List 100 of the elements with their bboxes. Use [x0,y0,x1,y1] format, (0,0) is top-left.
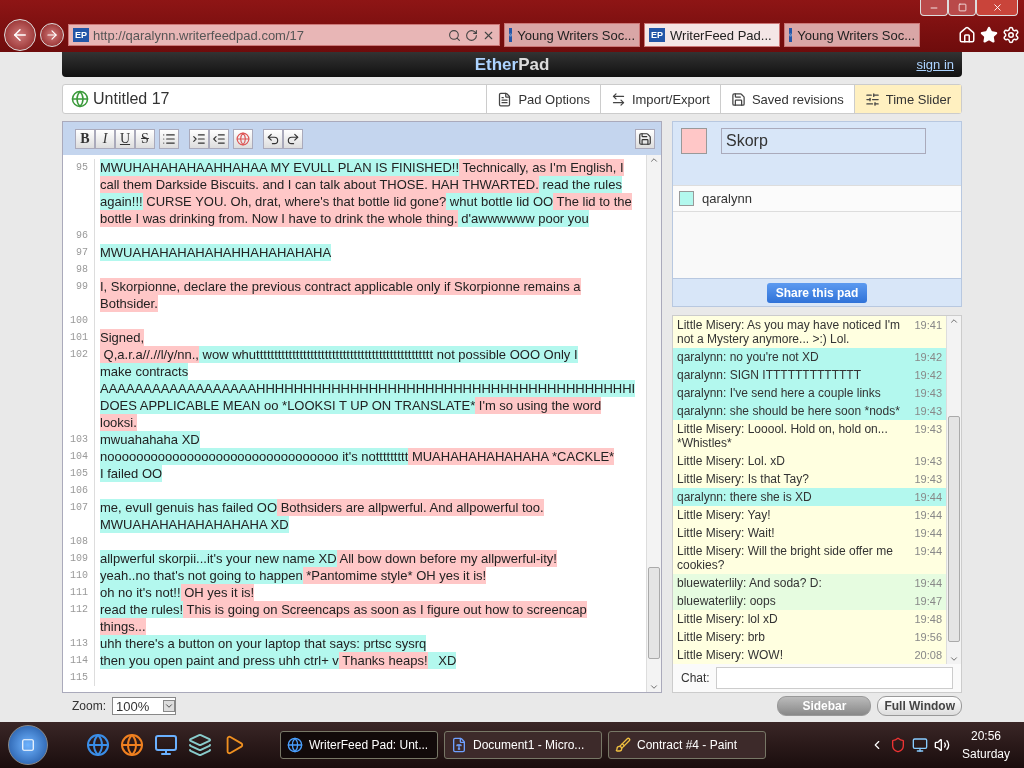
scrollbar[interactable] [946,316,961,664]
text-run: AAAAAAAAAAAAAAAAAAHHHHHHHHHHHHHHHHHHHHHHHHHHHHHHHHHHHHHHHHI [100,380,636,397]
text-run: Bothsider. [100,295,158,312]
forward-button[interactable] [40,23,64,47]
text-run: call them Darkside Biscuits. and I can talk about THOSE. HAH THWARTED. [100,176,539,193]
text-run: Bothsiders are allpwerful. And allpowerful too. [277,499,544,516]
indent-button[interactable] [189,128,209,149]
start-button[interactable] [8,725,48,765]
taskbar-button[interactable]: Contract #4 - Paint [608,731,766,759]
text-run: wow whuttttttttttttttttttttttttttttttttttttttttttttttttt not possible OOO Only I [199,346,578,363]
list-button[interactable] [159,128,179,149]
minimize-button[interactable] [920,0,948,16]
format-button[interactable]: U [115,128,135,149]
format-button[interactable]: I [95,128,115,149]
browser-tab[interactable]: Young Writers Soc... [784,23,920,47]
scroll-thumb[interactable] [948,416,960,642]
chat-message: qaralynn: there she is XD 19:44 [673,488,946,506]
line-number: 110 [69,569,89,583]
browser-icon[interactable] [86,733,110,757]
text-run: bottle I was drinking from. Now I have to drink the whole thing. [100,210,458,227]
format-button[interactable]: B [75,128,95,149]
color-swatch[interactable] [681,128,707,154]
save-button[interactable] [635,128,655,149]
taskbar-button[interactable]: WriterFeed Pad: Unt... [280,731,438,759]
pad-title: Untitled 17 [92,90,171,108]
text-run: MUAHAHAHAHAHAHA *CACKLE* [408,448,615,465]
text-run: Signed, [100,329,145,346]
scroll-up-icon[interactable] [949,316,959,326]
zoom-select[interactable]: 100% [112,697,176,715]
text-run: MWUHAHAHAHAAHHAHAA MY EVULL PLAN IS FINISHED!! [100,159,460,176]
text-run: Q,a.r.a//.//l/y/nn., [100,346,199,363]
maximize-button[interactable] [948,0,976,16]
text-run: DOES APPLICABLE MEAN oo *LOOKSI T UP ON TRANSLATE* [100,397,476,414]
shield-icon[interactable] [890,737,906,753]
toolbar-button[interactable]: Import/Export [599,85,720,113]
line-number: 102 [69,348,89,362]
text-run: Thanks heaps! [338,652,428,669]
floppy-icon [730,91,746,107]
text-run: MWUAHAHAHAHAHAHAHA XD [100,516,289,533]
sign-in-link[interactable]: sign in [916,57,954,72]
scroll-down-icon[interactable] [949,654,959,664]
address-bar[interactable]: EP http://qaralynn.writerfeedpad.com/17 [68,24,500,46]
format-button[interactable]: S [135,128,155,149]
text-run: uhh there's a button on your laptop that says: prtsc sysrq [100,635,427,652]
line-number: 113 [69,637,89,651]
globe-icon [71,90,89,108]
scroll-down-icon[interactable] [649,682,659,692]
text-run: read the rules [538,176,622,193]
toolbar-button[interactable]: Saved revisions [719,85,854,113]
star-icon[interactable] [980,26,998,44]
brush-icon [615,737,631,753]
network-icon[interactable] [912,737,928,753]
close-button[interactable] [976,0,1018,16]
line-number: 104 [69,450,89,464]
text-run: allpwerful skorpii...it's your new name XD [100,550,337,567]
slider-icon [864,91,880,107]
chat-message: qaralynn: SIGN ITTTTTTTTTTTTT 19:42 [673,366,946,384]
chat-message: Little Misery: brb 19:56 [673,628,946,646]
text-run: XD [427,652,457,669]
outdent-icon [212,131,226,146]
browser-tab[interactable]: EP WriterFeed Pad... [644,23,780,47]
scroll-up-icon[interactable] [649,155,659,165]
line-number: 97 [75,246,89,260]
volume-icon[interactable] [934,737,950,753]
clock[interactable]: 20:56 Saturday [956,727,1016,763]
name-field[interactable]: Skorp [721,128,926,154]
chat-message: Little Misery: Looool. Hold on, hold on... *Whistles* 19:43 [673,420,946,452]
text-run: *Pantomime style* OH yes it is! [302,567,487,584]
line-number: 111 [69,586,89,600]
scrollbar[interactable] [646,155,661,692]
windows-icon[interactable] [188,733,212,757]
view-button[interactable]: Full Window [877,696,962,716]
taskbar-button[interactable]: Document1 - Micro... [444,731,602,759]
redo-button[interactable] [283,128,303,149]
globe-icon[interactable] [120,733,144,757]
share-button[interactable]: Share this pad [766,282,868,303]
logo: EtherPad [474,54,550,75]
undo-icon [266,131,280,146]
search-icon[interactable] [448,28,461,42]
chat-message: qaralynn: she should be here soon *nods* 19:43 [673,402,946,420]
forward-arrow-icon [45,28,59,42]
undo-button[interactable] [263,128,283,149]
toolbar-button[interactable]: Time Slider [853,85,961,113]
zoom-label: Zoom: [72,699,106,713]
home-icon[interactable] [958,26,976,44]
scroll-thumb[interactable] [648,567,660,659]
toolbar-button[interactable]: Pad Options [486,85,600,113]
text-run: I failed OO [100,465,163,482]
text-run: MWUAHAHAHAHAHAHHAHAHAHAHA [100,244,332,261]
chat-field[interactable] [715,667,953,689]
settings-icon[interactable] [1002,26,1020,44]
chat-message: bluewaterlily: oops 19:47 [673,592,946,610]
browser-tab[interactable]: Young Writers Soc... [504,23,640,47]
desktop-icon[interactable] [154,733,178,757]
refresh-icon[interactable] [465,28,478,42]
text-run: Technically, as I'm English, I [459,159,624,176]
outdent-button[interactable] [209,128,229,149]
back-button[interactable] [4,19,36,51]
line-number: 112 [69,603,89,617]
color-button[interactable] [233,128,253,149]
